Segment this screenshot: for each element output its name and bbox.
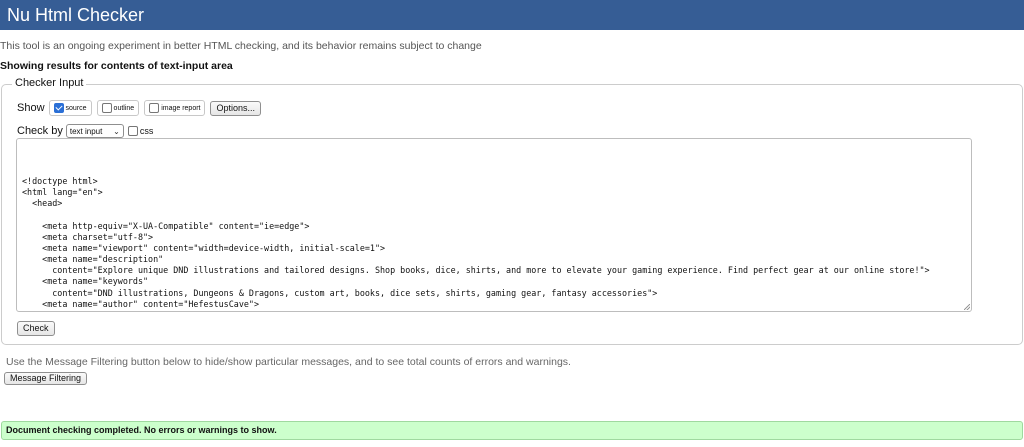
code-line: content="DND illustrations, Dungeons & D…: [22, 288, 658, 298]
results-heading: Showing results for contents of text-inp…: [0, 60, 233, 72]
app-header: Nu Html Checker: [0, 0, 1024, 30]
show-outline-option[interactable]: outline: [96, 100, 140, 116]
code-line: <meta name="keywords": [22, 276, 149, 286]
checker-input-legend: Checker Input: [12, 77, 87, 89]
code-line: <!doctype html>: [22, 176, 98, 186]
check-by-selected-value: text input: [69, 126, 103, 136]
source-label: source: [65, 104, 87, 112]
css-label: css: [139, 126, 154, 136]
show-label: Show: [17, 102, 45, 114]
code-line: content="Explore unique DND illustration…: [22, 265, 930, 275]
tagline: This tool is an ongoing experiment in be…: [0, 40, 482, 52]
code-line: <meta name="viewport" content="width=dev…: [22, 243, 386, 253]
check-by-select[interactable]: text input ⌄: [65, 124, 124, 138]
source-textarea[interactable]: <!doctype html> <html lang="en"> <head> …: [16, 138, 972, 312]
result-success-message: Document checking completed. No errors o…: [1, 421, 1023, 440]
show-options-row: Show source outline image report Options…: [17, 100, 262, 116]
resize-handle-icon[interactable]: [964, 304, 970, 310]
check-by-label: Check by: [17, 125, 63, 137]
filter-note: Use the Message Filtering button below t…: [6, 356, 571, 368]
code-line: <meta name="description": [22, 254, 164, 264]
show-image-report-option[interactable]: image report: [144, 100, 206, 116]
code-line: <meta charset="utf-8">: [22, 232, 154, 242]
message-filtering-button[interactable]: Message Filtering: [4, 372, 88, 385]
image-report-checkbox[interactable]: [149, 103, 160, 113]
check-by-row: Check by text input ⌄ css: [17, 124, 153, 138]
app-title: Nu Html Checker: [7, 5, 145, 25]
code-line: <html lang="en">: [22, 187, 103, 197]
chevron-down-icon: ⌄: [113, 126, 120, 136]
css-checkbox[interactable]: [127, 126, 138, 136]
show-source-option[interactable]: source: [48, 100, 92, 116]
code-line: <meta name="author" content="HefestusCav…: [22, 299, 259, 309]
check-button[interactable]: Check: [17, 321, 55, 336]
options-button[interactable]: Options...: [210, 100, 262, 116]
code-line: <meta http-equiv="X-UA-Compatible" conte…: [22, 221, 310, 231]
outline-label: outline: [113, 104, 135, 112]
source-checkbox[interactable]: [53, 103, 64, 113]
code-line: <head>: [22, 198, 63, 208]
outline-checkbox[interactable]: [101, 103, 112, 113]
image-report-label: image report: [161, 104, 201, 112]
